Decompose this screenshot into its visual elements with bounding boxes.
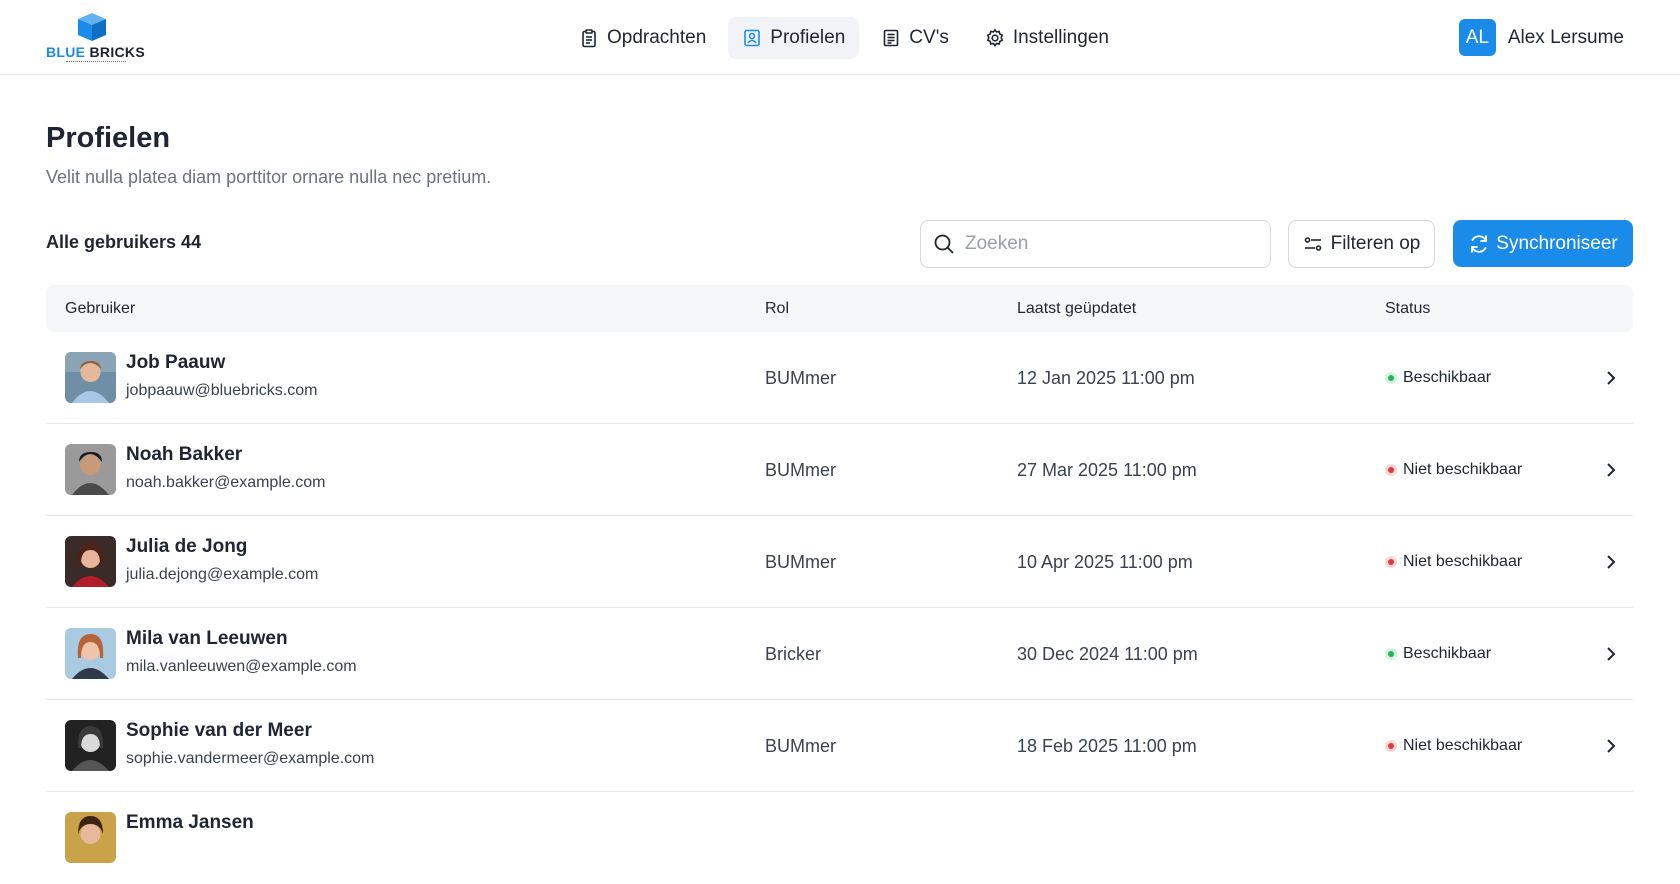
status-label: Niet beschikbaar <box>1403 737 1523 754</box>
nav-label: Profielen <box>770 27 846 48</box>
sync-button[interactable]: Synchroniseer <box>1453 220 1633 267</box>
chevron-right-icon[interactable] <box>1601 552 1621 572</box>
user-email: jobpaauw@bluebricks.com <box>126 382 318 399</box>
user-email: julia.dejong@example.com <box>126 566 319 583</box>
cube-logo-icon <box>78 13 106 41</box>
chevron-right-icon[interactable] <box>1601 460 1621 480</box>
status-label: Niet beschikbaar <box>1403 553 1523 570</box>
search-input[interactable] <box>965 233 1255 255</box>
clipboard-icon <box>579 28 599 48</box>
nav-item-cvs[interactable]: CV's <box>867 17 963 59</box>
user-role: BUMmer <box>765 552 836 572</box>
user-menu[interactable]: AL Alex Lersume <box>1458 19 1624 56</box>
nav-item-instellingen[interactable]: Instellingen <box>971 17 1123 59</box>
search-icon <box>933 233 955 255</box>
table-header: Gebruiker Rol Laatst geüpdatet Status <box>46 285 1633 332</box>
filter-sliders-icon <box>1303 234 1323 254</box>
nav-label: CV's <box>909 27 949 48</box>
column-header-updated[interactable]: Laatst geüpdatet <box>1017 300 1136 318</box>
user-photo <box>65 352 116 403</box>
user-role: Bricker <box>765 644 822 664</box>
table-row[interactable]: Noah Bakker noah.bakker@example.com BUMm… <box>46 424 1633 516</box>
user-name: Mila van Leeuwen <box>126 628 288 649</box>
status-badge: Niet beschikbaar <box>1385 461 1522 479</box>
user-name: Alex Lersume <box>1507 26 1624 48</box>
last-updated: 18 Feb 2025 11:00 pm <box>1017 736 1197 756</box>
table-row[interactable]: Emma Jansen <box>46 792 1633 884</box>
user-name: Noah Bakker <box>126 444 243 465</box>
refresh-icon <box>1468 233 1490 255</box>
user-email: sophie.vandermeer@example.com <box>126 750 375 767</box>
status-label: Niet beschikbaar <box>1403 461 1523 478</box>
status-badge: Beschikbaar <box>1385 369 1491 387</box>
status-badge: Niet beschikbaar <box>1385 737 1522 755</box>
last-updated: 12 Jan 2025 11:00 pm <box>1017 368 1195 388</box>
last-updated: 10 Apr 2025 11:00 pm <box>1017 552 1193 572</box>
last-updated: 27 Mar 2025 11:00 pm <box>1017 460 1197 480</box>
page-title: Profielen <box>46 122 171 154</box>
status-unavailable-icon <box>1385 464 1397 476</box>
user-name: Job Paauw <box>126 352 226 373</box>
nav-item-profielen[interactable]: Profielen <box>728 17 860 59</box>
logo-wordmark: BLUE BRICKS <box>46 44 145 60</box>
status-label: Beschikbaar <box>1403 369 1492 386</box>
user-photo <box>65 536 116 587</box>
status-available-icon <box>1385 372 1397 384</box>
chevron-right-icon[interactable] <box>1601 736 1621 756</box>
column-header-role[interactable]: Rol <box>765 300 789 318</box>
filter-button[interactable]: Filteren op <box>1288 220 1435 268</box>
user-photo <box>65 720 116 771</box>
nav-label: Opdrachten <box>607 27 707 48</box>
status-label: Beschikbaar <box>1403 645 1492 662</box>
status-available-icon <box>1385 648 1397 660</box>
table-row[interactable]: Sophie van der Meer sophie.vandermeer@ex… <box>46 700 1633 792</box>
column-header-user[interactable]: Gebruiker <box>65 300 135 318</box>
sync-label: Synchroniseer <box>1496 232 1618 254</box>
filter-label: Filteren op <box>1330 233 1421 254</box>
logo-tagline <box>66 61 126 63</box>
user-email: mila.vanleeuwen@example.com <box>126 658 357 675</box>
nav-label: Instellingen <box>1012 27 1109 48</box>
search-box[interactable] <box>920 220 1271 268</box>
chevron-right-icon[interactable] <box>1601 644 1621 664</box>
avatar: AL <box>1458 19 1496 56</box>
top-bar: BLUE BRICKS Opdrachten Profielen CV's In… <box>0 0 1680 75</box>
user-role: BUMmer <box>765 368 836 388</box>
user-role: BUMmer <box>765 460 836 480</box>
table-row[interactable]: Julia de Jong julia.dejong@example.com B… <box>46 516 1633 608</box>
table-row[interactable]: Mila van Leeuwen mila.vanleeuwen@example… <box>46 608 1633 700</box>
user-photo <box>65 812 116 863</box>
user-name: Julia de Jong <box>126 536 248 557</box>
users-table: Gebruiker Rol Laatst geüpdatet Status Jo… <box>46 285 1633 884</box>
status-badge: Niet beschikbaar <box>1385 553 1522 571</box>
page-subtitle: Velit nulla platea diam porttitor ornare… <box>46 167 492 187</box>
user-email: noah.bakker@example.com <box>126 474 326 491</box>
user-role: BUMmer <box>765 736 836 756</box>
chevron-right-icon[interactable] <box>1601 368 1621 388</box>
nav-item-opdrachten[interactable]: Opdrachten <box>565 17 720 59</box>
status-unavailable-icon <box>1385 556 1397 568</box>
main-nav: Opdrachten Profielen CV's Instellingen <box>565 17 1123 59</box>
user-count-label: Alle gebruikers 44 <box>46 232 202 252</box>
blue-bricks-logo[interactable]: BLUE BRICKS <box>46 12 146 64</box>
gear-icon <box>985 28 1005 48</box>
status-unavailable-icon <box>1385 740 1397 752</box>
document-icon <box>881 28 901 48</box>
table-row[interactable]: Job Paauw jobpaauw@bluebricks.com BUMmer… <box>46 332 1633 424</box>
user-photo <box>65 628 116 679</box>
status-badge: Beschikbaar <box>1385 645 1491 663</box>
column-header-status[interactable]: Status <box>1385 300 1430 318</box>
profile-card-icon <box>742 28 762 48</box>
user-name: Sophie van der Meer <box>126 720 312 741</box>
user-name: Emma Jansen <box>126 812 254 833</box>
user-photo <box>65 444 116 495</box>
last-updated: 30 Dec 2024 11:00 pm <box>1017 644 1198 664</box>
